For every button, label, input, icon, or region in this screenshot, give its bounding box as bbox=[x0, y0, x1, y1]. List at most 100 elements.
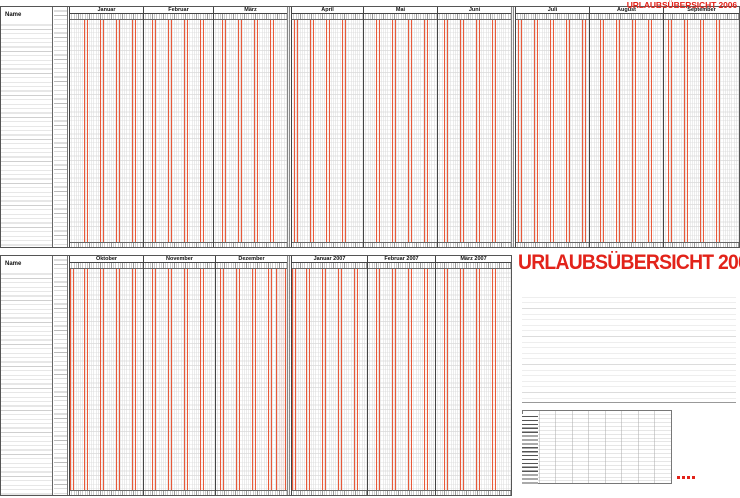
main-title: URLAUBSÜBERSICHT 2006 bbox=[518, 251, 740, 274]
month-title: Juli bbox=[516, 7, 589, 14]
weekend-column bbox=[222, 20, 226, 247]
month-block-april: April bbox=[291, 7, 363, 247]
publisher-legend bbox=[677, 466, 737, 486]
day-number-footer bbox=[364, 242, 437, 247]
weekend-column bbox=[276, 269, 286, 495]
month-block-januar-2007: Januar 2007 bbox=[291, 256, 367, 495]
quarter-separator bbox=[511, 7, 514, 247]
day-number-footer bbox=[292, 490, 367, 495]
month-block-august: August bbox=[589, 7, 663, 247]
weekend-column bbox=[116, 20, 120, 247]
weekend-column bbox=[376, 20, 380, 247]
weekend-column bbox=[184, 269, 188, 495]
weekend-column bbox=[152, 20, 156, 247]
quarter-separator bbox=[287, 256, 290, 495]
month-title: März bbox=[214, 7, 287, 14]
day-number-footer bbox=[436, 490, 511, 495]
month-title: Januar bbox=[70, 7, 143, 14]
weekend-column bbox=[238, 20, 242, 247]
weekend-column bbox=[70, 269, 74, 495]
weekend-column bbox=[534, 20, 538, 247]
divider bbox=[522, 402, 736, 403]
weekend-column bbox=[700, 20, 704, 247]
weekend-column bbox=[668, 20, 672, 247]
name-column-bottom: Name bbox=[1, 256, 53, 495]
weekend-column bbox=[392, 20, 396, 247]
notes-area[interactable] bbox=[522, 292, 736, 400]
day-number-footer bbox=[144, 242, 213, 247]
day-number-footer bbox=[368, 490, 435, 495]
weekend-column bbox=[492, 20, 496, 247]
name-rows[interactable] bbox=[1, 21, 52, 247]
weekend-column bbox=[132, 20, 136, 247]
name-rows[interactable] bbox=[1, 270, 52, 495]
day-number-footer bbox=[144, 490, 215, 495]
bottom-planner-panel: Name Oktober November Dezember Januar 20… bbox=[0, 255, 512, 496]
month-title: November bbox=[144, 256, 215, 263]
weekend-column bbox=[600, 20, 604, 247]
weekend-column bbox=[236, 269, 240, 495]
legend-square bbox=[677, 476, 680, 479]
info-box bbox=[677, 404, 737, 426]
weekend-column bbox=[684, 20, 688, 247]
name-column-label: Name bbox=[5, 261, 22, 267]
weekend-column bbox=[376, 269, 380, 495]
month-title: März 2007 bbox=[436, 256, 511, 263]
weekend-column bbox=[424, 269, 428, 495]
weekend-column bbox=[168, 20, 172, 247]
holiday-table bbox=[522, 410, 672, 484]
month-block-oktober: Oktober bbox=[69, 256, 143, 495]
weekend-column bbox=[550, 20, 554, 247]
weekend-column bbox=[306, 269, 310, 495]
month-block-november: November bbox=[143, 256, 215, 495]
day-number-footer bbox=[438, 242, 511, 247]
month-grid[interactable] bbox=[438, 20, 511, 247]
weekend-column bbox=[200, 269, 204, 495]
day-index-column bbox=[54, 7, 68, 247]
month-block-dezember: Dezember bbox=[215, 256, 287, 495]
month-block-februar-2007: Februar 2007 bbox=[367, 256, 435, 495]
weekend-column bbox=[476, 20, 480, 247]
weekend-column bbox=[460, 20, 464, 247]
month-block-juni: Juni bbox=[437, 7, 511, 247]
day-number-footer bbox=[590, 242, 663, 247]
weekend-column bbox=[354, 269, 358, 495]
month-block-februar: Februar bbox=[143, 7, 213, 247]
month-block-maerz: März bbox=[213, 7, 287, 247]
weekend-column bbox=[648, 20, 652, 247]
quarter-separator bbox=[287, 7, 290, 247]
weekend-column bbox=[444, 269, 448, 495]
month-title: Mai bbox=[364, 7, 437, 14]
weekend-column bbox=[84, 20, 88, 247]
month-block-juli: Juli bbox=[515, 7, 589, 247]
weekend-column bbox=[518, 20, 522, 247]
weekend-column bbox=[460, 269, 464, 495]
weekend-column bbox=[168, 269, 172, 495]
month-title: Januar 2007 bbox=[292, 256, 367, 263]
weekend-column bbox=[270, 20, 274, 247]
weekend-column bbox=[100, 20, 104, 247]
weekend-column bbox=[132, 269, 136, 495]
month-title: Dezember bbox=[216, 256, 287, 263]
weekend-column bbox=[326, 20, 330, 247]
weekend-column bbox=[116, 269, 120, 495]
weekend-column bbox=[184, 20, 188, 247]
month-block-september: September bbox=[663, 7, 739, 247]
weekend-column bbox=[310, 20, 314, 247]
day-number-footer bbox=[292, 242, 363, 247]
weekend-column bbox=[268, 269, 272, 495]
day-number-footer bbox=[516, 242, 589, 247]
weekend-column bbox=[100, 269, 104, 495]
weekend-column bbox=[616, 20, 620, 247]
weekend-column bbox=[338, 269, 342, 495]
weekend-column bbox=[632, 20, 636, 247]
weekend-column bbox=[492, 269, 496, 495]
day-number-footer bbox=[70, 242, 143, 247]
weekend-column bbox=[566, 20, 570, 247]
holiday-state-names bbox=[522, 414, 538, 484]
month-title: Oktober bbox=[70, 256, 143, 263]
name-column-label: Name bbox=[5, 12, 22, 18]
month-block-maerz-2007: März 2007 bbox=[435, 256, 511, 495]
weekend-column bbox=[342, 20, 346, 247]
weekend-column bbox=[152, 269, 156, 495]
